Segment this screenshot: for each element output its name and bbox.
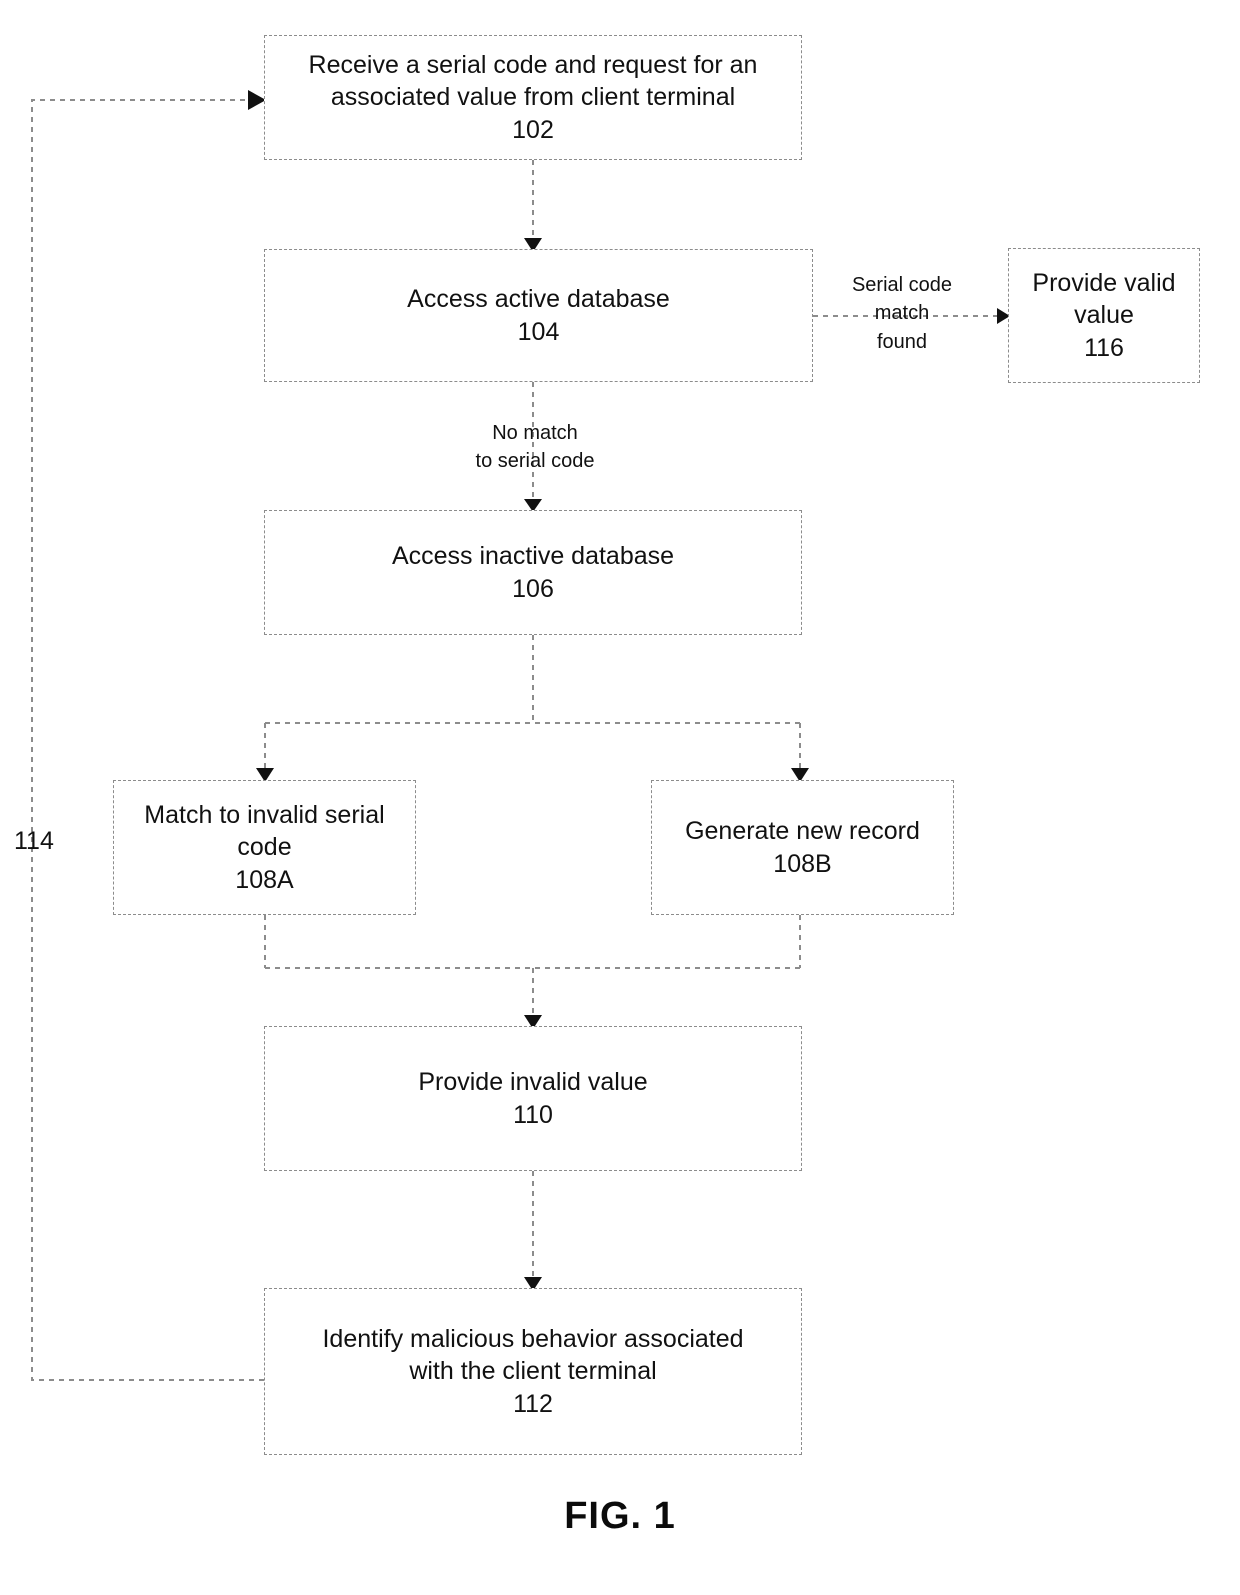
process-box-108a-line1: Match to invalid serial [144, 800, 385, 829]
process-box-116[interactable]: Provide valid value 116 [1008, 248, 1200, 383]
edge-label-no-match-line2: to serial code [475, 450, 595, 473]
connector-108-merge [264, 915, 801, 1015]
process-box-112-number: 112 [513, 1389, 553, 1418]
process-box-106-number: 106 [512, 574, 554, 603]
process-box-116-number: 116 [1084, 333, 1124, 362]
reference-numeral-114: 114 [14, 827, 54, 855]
process-box-108b[interactable]: Generate new record 108B [651, 780, 954, 915]
edge-label-match-found: Serial code match found [836, 271, 968, 356]
process-box-104[interactable]: Access active database 104 [264, 249, 813, 382]
process-box-108b-number: 108B [773, 849, 832, 878]
process-box-110-number: 110 [513, 1100, 553, 1129]
process-box-108a-number: 108A [235, 865, 294, 894]
process-box-106-line1: Access inactive database [391, 542, 675, 570]
edge-label-match-found-line3: found [876, 330, 928, 353]
edge-label-match-found-line2: match [874, 302, 930, 325]
process-box-110-line1: Provide invalid value [418, 1068, 648, 1096]
process-box-108b-line1: Generate new record [685, 817, 920, 845]
process-box-108a[interactable]: Match to invalid serial code 108A [113, 780, 416, 915]
process-box-116-line2: value [1074, 301, 1134, 330]
edge-label-no-match: No match to serial code [430, 419, 640, 476]
process-box-106[interactable]: Access inactive database 106 [264, 510, 802, 635]
figure-page: Receive a serial code and request for an… [0, 0, 1240, 1595]
process-box-112-line1: Identify malicious behavior associated [322, 1324, 744, 1353]
connector-feedback-114 [31, 99, 264, 1381]
process-box-110[interactable]: Provide invalid value 110 [264, 1026, 802, 1171]
process-box-112[interactable]: Identify malicious behavior associated w… [264, 1288, 802, 1455]
process-box-102-line2: associated value from client terminal [330, 83, 736, 112]
process-box-116-line1: Provide valid [1032, 268, 1176, 297]
connector-106-split [264, 635, 801, 768]
process-box-108a-line2: code [237, 833, 292, 862]
process-box-104-line1: Access active database [407, 285, 670, 313]
process-box-104-number: 104 [517, 317, 560, 346]
edge-label-match-found-line1: Serial code [851, 274, 953, 296]
process-box-102[interactable]: Receive a serial code and request for an… [264, 35, 802, 160]
edge-label-no-match-line1: No match [492, 422, 578, 444]
process-box-102-number: 102 [512, 115, 554, 144]
figure-caption: FIG. 1 [564, 1495, 676, 1537]
process-box-112-line2: with the client terminal [409, 1357, 657, 1386]
process-box-102-line1: Receive a serial code and request for an [308, 50, 758, 79]
